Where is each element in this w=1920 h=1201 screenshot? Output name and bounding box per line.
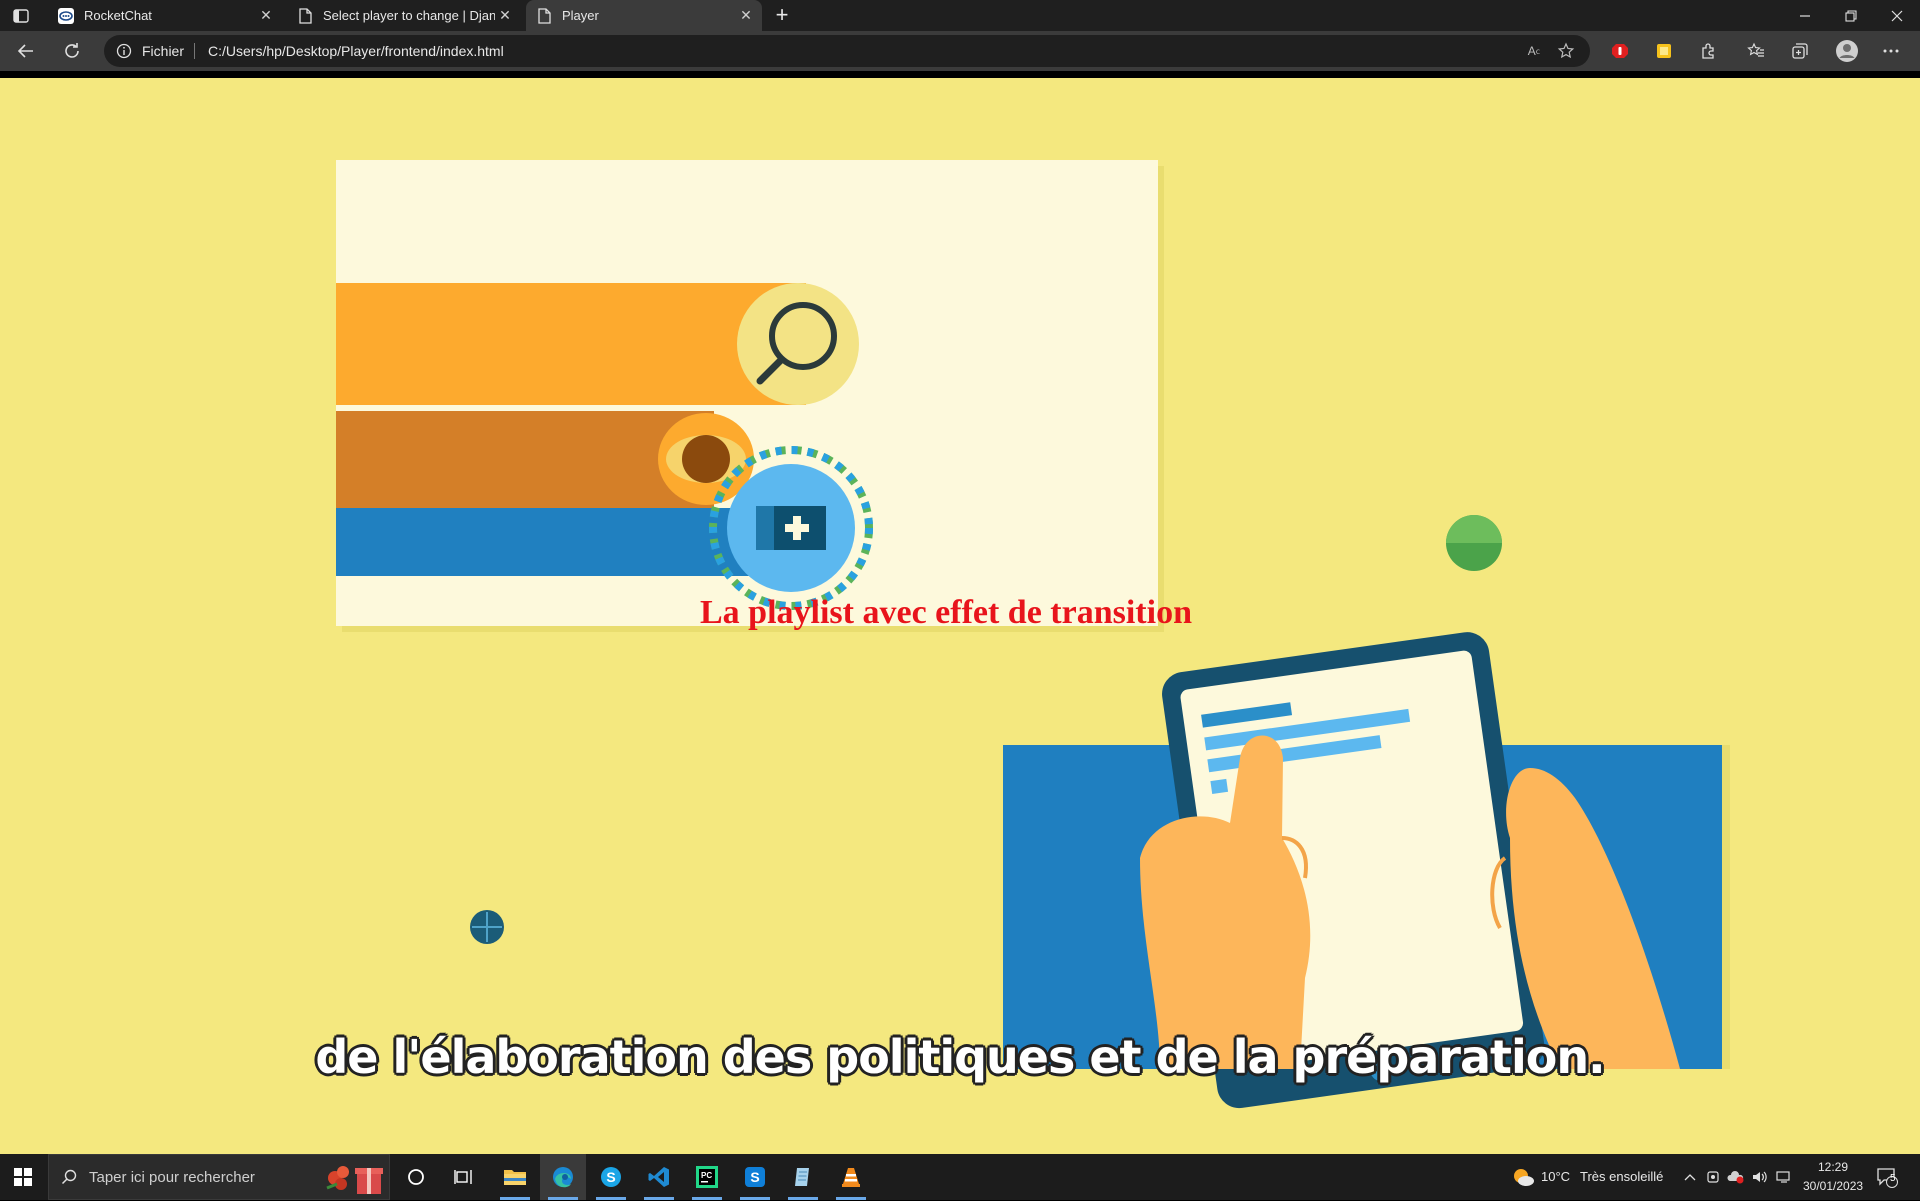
info-icon[interactable] bbox=[116, 43, 132, 59]
tab-strip: RocketChat ✕ Select player to change | D… bbox=[0, 0, 1920, 31]
chevron-up-icon[interactable] bbox=[1680, 1154, 1700, 1200]
page-icon bbox=[536, 7, 552, 24]
browser-toolbar: Fichier C:/Users/hp/Desktop/Player/front… bbox=[0, 31, 1920, 71]
tab-title: Player bbox=[562, 8, 599, 23]
tab-player[interactable]: Player ✕ bbox=[526, 0, 762, 31]
clock-date[interactable]: 30/01/2023 bbox=[1803, 1179, 1863, 1193]
notepad-icon[interactable] bbox=[780, 1154, 826, 1200]
search-circle bbox=[737, 283, 859, 405]
video-player[interactable]: La playlist avec effet de transition de … bbox=[0, 78, 1920, 1154]
cortana-icon[interactable] bbox=[396, 1154, 436, 1200]
meet-now-icon[interactable] bbox=[1703, 1154, 1723, 1200]
task-view-icon[interactable] bbox=[443, 1154, 483, 1200]
svg-text:S: S bbox=[606, 1169, 615, 1185]
tab-title: Select player to change | Django bbox=[323, 8, 495, 23]
tab-rocketchat[interactable]: RocketChat ✕ bbox=[48, 0, 282, 31]
more-menu-icon[interactable] bbox=[1880, 40, 1902, 62]
onedrive-icon[interactable] bbox=[1725, 1154, 1747, 1200]
file-explorer-icon[interactable] bbox=[492, 1154, 538, 1200]
network-icon[interactable] bbox=[1773, 1154, 1795, 1200]
vscode-icon[interactable] bbox=[636, 1154, 682, 1200]
close-tab-icon[interactable]: ✕ bbox=[495, 6, 515, 26]
weather-temperature[interactable]: 10°C bbox=[1541, 1169, 1570, 1184]
brown-bar bbox=[336, 411, 714, 508]
overlay-title: La playlist avec effet de transition bbox=[700, 594, 1192, 631]
orange-bar bbox=[336, 283, 806, 405]
svg-text:S: S bbox=[750, 1169, 759, 1185]
weather-sun-cloud-icon[interactable] bbox=[1508, 1154, 1538, 1200]
notification-count: 5 bbox=[1890, 1173, 1896, 1184]
svg-text:PC: PC bbox=[701, 1171, 712, 1180]
clock-time[interactable]: 12:29 bbox=[1818, 1160, 1848, 1174]
restore-icon[interactable] bbox=[1828, 0, 1874, 31]
read-aloud-icon[interactable]: Aⅽ bbox=[1524, 41, 1544, 61]
page-top-band bbox=[0, 71, 1920, 78]
minimize-icon[interactable] bbox=[1782, 0, 1828, 31]
profile-avatar[interactable] bbox=[1834, 38, 1860, 64]
back-arrow-icon[interactable] bbox=[12, 37, 40, 65]
add-favorite-icon[interactable] bbox=[1556, 41, 1576, 61]
pycharm-icon[interactable]: PC bbox=[684, 1154, 730, 1200]
skype-icon[interactable]: S bbox=[588, 1154, 634, 1200]
extensions-icon[interactable] bbox=[1697, 40, 1719, 62]
vlc-icon[interactable] bbox=[828, 1154, 874, 1200]
video-subtitle: de l'élaboration des politiques et de la… bbox=[315, 1030, 1605, 1084]
blue-bar bbox=[336, 508, 756, 576]
skype-business-icon[interactable]: S bbox=[732, 1154, 778, 1200]
search-placeholder: Taper ici pour rechercher bbox=[89, 1169, 255, 1186]
windows-taskbar: Taper ici pour rechercher S PC S 10°C Tr… bbox=[0, 1154, 1920, 1200]
rocketchat-icon bbox=[58, 7, 74, 24]
address-bar[interactable]: Fichier C:/Users/hp/Desktop/Player/front… bbox=[104, 35, 1590, 67]
search-highlight-gift-icon[interactable] bbox=[321, 1160, 387, 1201]
tab-title: RocketChat bbox=[84, 8, 152, 23]
adblock-extension-icon[interactable] bbox=[1609, 40, 1631, 62]
site-info-label[interactable]: Fichier bbox=[142, 43, 184, 59]
edge-browser-icon[interactable] bbox=[540, 1154, 586, 1200]
close-tab-icon[interactable]: ✕ bbox=[736, 6, 756, 26]
refresh-icon[interactable] bbox=[58, 37, 86, 65]
collections-icon[interactable] bbox=[1789, 40, 1811, 62]
start-windows-icon[interactable] bbox=[0, 1154, 46, 1200]
url-text[interactable]: C:/Users/hp/Desktop/Player/frontend/inde… bbox=[208, 43, 504, 59]
tab-actions-icon[interactable] bbox=[12, 7, 30, 25]
taskbar-search-input[interactable]: Taper ici pour rechercher bbox=[48, 1154, 390, 1200]
weather-condition[interactable]: Très ensoleillé bbox=[1580, 1169, 1663, 1184]
page-icon bbox=[297, 7, 313, 24]
new-tab-button[interactable]: + bbox=[770, 4, 794, 28]
close-tab-icon[interactable]: ✕ bbox=[256, 6, 276, 26]
search-icon bbox=[61, 1169, 77, 1190]
sticky-notes-extension-icon[interactable] bbox=[1653, 40, 1675, 62]
notifications-icon[interactable]: 5 bbox=[1872, 1154, 1902, 1200]
favorites-icon[interactable] bbox=[1745, 40, 1767, 62]
close-window-icon[interactable] bbox=[1874, 0, 1920, 31]
tab-django-admin[interactable]: Select player to change | Django ✕ bbox=[287, 0, 521, 31]
volume-icon[interactable] bbox=[1749, 1154, 1771, 1200]
address-separator bbox=[194, 43, 195, 59]
